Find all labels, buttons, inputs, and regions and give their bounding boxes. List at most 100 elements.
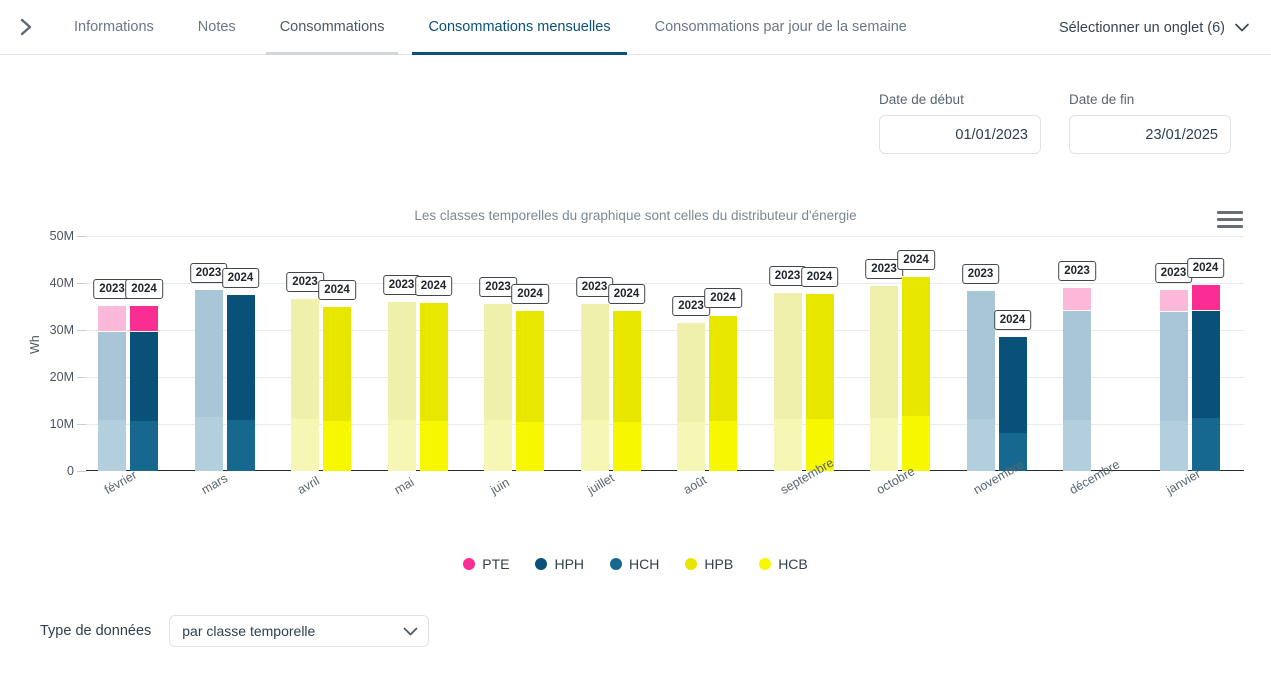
- start-date-input[interactable]: [879, 115, 1041, 154]
- end-date-input[interactable]: [1069, 115, 1231, 154]
- bar-year-label: 2024: [607, 284, 646, 305]
- y-axis-tick: 30M: [16, 323, 86, 337]
- bar-juillet-2024[interactable]: [612, 310, 641, 471]
- x-axis-label: février: [102, 467, 140, 498]
- legend-item-HCH[interactable]: HCH: [610, 556, 659, 572]
- hamburger-menu-icon[interactable]: [1217, 208, 1243, 230]
- data-type-control: Type de données par classe temporelle: [40, 615, 430, 647]
- tab-label: Consommations par jour de la semaine: [654, 19, 907, 35]
- bar-septembre-2023[interactable]: [773, 291, 802, 471]
- bar-mai-2024[interactable]: [419, 301, 448, 471]
- bar-group: 2023 2024 février: [93, 236, 195, 497]
- bar-novembre-2023[interactable]: [966, 290, 995, 471]
- start-date-field: Date de début: [879, 92, 1041, 154]
- bar-mars-2023[interactable]: [194, 288, 223, 471]
- bar-segment-HPB: [805, 293, 834, 419]
- bar-novembre-2024[interactable]: [998, 335, 1027, 471]
- legend-item-HCB[interactable]: HCB: [759, 556, 808, 572]
- bar-segment-HCB: [387, 420, 416, 471]
- bar-segment-HCH: [1063, 420, 1091, 471]
- tab-informations[interactable]: Informations: [52, 0, 176, 55]
- tab-selector-dropdown[interactable]: Sélectionner un onglet (6): [1059, 0, 1249, 55]
- bar-février-2024[interactable]: [130, 304, 158, 471]
- bar-group: 2023 2024 avril: [286, 236, 388, 497]
- bar-octobre-2024[interactable]: [902, 275, 930, 471]
- legend-color-swatch: [535, 558, 548, 570]
- bar-year-label: 2023: [1058, 260, 1096, 281]
- bar-segment-HPH: [98, 331, 126, 420]
- bar-septembre-2024[interactable]: [805, 293, 834, 471]
- bar-segment-HPB: [870, 284, 898, 419]
- bar-août-2023[interactable]: [677, 321, 705, 471]
- bar-segment-HPB: [677, 321, 705, 423]
- menu-bar-1: [1217, 210, 1243, 214]
- y-axis-title: Wh: [28, 335, 42, 354]
- bar-janvier-2023[interactable]: [1159, 288, 1188, 471]
- bar-group: 2023 2024 octobre: [865, 236, 967, 497]
- end-date-field: Date de fin: [1069, 92, 1231, 154]
- bar-segment-HCH: [1191, 417, 1220, 471]
- tab-selector-label: Sélectionner un onglet (6): [1058, 19, 1225, 36]
- consumption-chart: Les classes temporelles du graphique son…: [0, 196, 1271, 596]
- bar-year-label: 2024: [704, 288, 742, 309]
- bar-year-label: 2024: [511, 284, 549, 305]
- bar-segment-HPB: [516, 310, 544, 422]
- tab-label: Consommations mensuelles: [428, 19, 611, 35]
- bar-segment-HPH: [194, 288, 223, 418]
- bar-avril-2024[interactable]: [323, 306, 351, 471]
- bar-group: 2023 2024 novembre: [961, 236, 1064, 497]
- legend-label: HPH: [554, 556, 585, 572]
- y-axis-tick: 10M: [16, 417, 86, 431]
- bar-segment-HCB: [484, 420, 512, 471]
- bar-octobre-2023[interactable]: [870, 284, 898, 471]
- bar-segment-HCB: [612, 421, 641, 471]
- legend-item-PTE[interactable]: PTE: [463, 556, 509, 572]
- bar-segment-HCB: [291, 419, 319, 471]
- bar-segment-PTE: [1063, 286, 1091, 310]
- bar-mai-2023[interactable]: [387, 301, 416, 471]
- bar-year-label: 2024: [125, 278, 163, 299]
- expand-panel-chevron-right-icon[interactable]: [0, 0, 52, 55]
- tab-notes[interactable]: Notes: [176, 0, 258, 55]
- legend-item-HPB[interactable]: HPB: [685, 556, 733, 572]
- start-date-label: Date de début: [879, 92, 964, 107]
- bar-segment-HCH: [226, 420, 255, 471]
- data-type-select[interactable]: par classe temporelle: [169, 615, 430, 647]
- bar-août-2024[interactable]: [709, 314, 737, 471]
- bar-segment-HPH: [1159, 311, 1188, 421]
- x-axis-label: juillet: [584, 470, 617, 498]
- bar-segment-HPH: [966, 290, 995, 420]
- bar-segment-HPB: [773, 291, 802, 420]
- bar-segment-PTE: [98, 305, 126, 332]
- bar-février-2023[interactable]: [98, 305, 126, 471]
- bar-juin-2023[interactable]: [484, 303, 512, 471]
- chart-plot-area: 0 10M 20M 30M 40M 50M 2023 2024 février 2023 2024 m…: [50, 229, 1244, 497]
- bar-mars-2024[interactable]: [226, 293, 255, 471]
- legend-item-HPH[interactable]: HPH: [535, 556, 584, 572]
- y-axis-tick: 40M: [16, 276, 86, 290]
- y-axis-tick: 20M: [16, 370, 86, 384]
- bar-segment-HPB: [902, 275, 930, 417]
- x-axis-label: janvier: [1163, 466, 1203, 498]
- tab-consommations-mensuelles[interactable]: Consommations mensuelles: [406, 0, 632, 55]
- bar-segment-HPB: [419, 301, 448, 422]
- bar-segment-HCB: [580, 420, 609, 471]
- bar-group: 2023 2024 janvier: [1154, 236, 1257, 497]
- chart-subtitle: Les classes temporelles du graphique son…: [414, 208, 857, 223]
- bar-group: 2023 2024 mars: [189, 236, 292, 497]
- tab-consommations-par-jour-de-la-semaine[interactable]: Consommations par jour de la semaine: [633, 0, 929, 55]
- bar-group: 2023 2024 juillet: [575, 236, 678, 497]
- bar-juin-2024[interactable]: [516, 310, 544, 471]
- bar-segment-HPB: [709, 314, 737, 422]
- bar-group: 2023 2024 juin: [479, 236, 581, 497]
- bar-décembre-2023[interactable]: [1063, 286, 1091, 471]
- legend-label: HCH: [629, 556, 660, 572]
- bar-segment-PTE: [130, 304, 158, 331]
- tab-consommations[interactable]: Consommations: [258, 0, 407, 55]
- bar-avril-2023[interactable]: [291, 298, 319, 471]
- bar-juillet-2023[interactable]: [580, 302, 609, 471]
- bar-janvier-2024[interactable]: [1191, 284, 1220, 471]
- data-type-value: par classe temporelle: [182, 623, 316, 639]
- chevron-down-icon: [1235, 20, 1249, 36]
- bar-segment-HCH: [966, 419, 995, 471]
